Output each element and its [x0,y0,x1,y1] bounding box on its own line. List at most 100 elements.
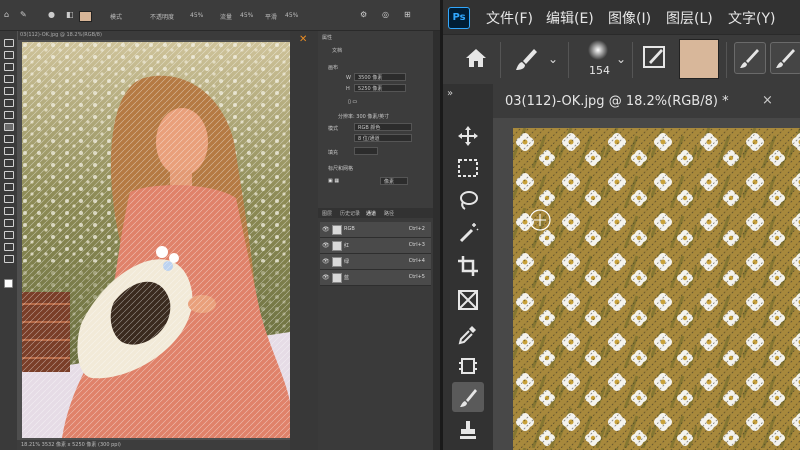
menu-layer[interactable]: 图层(L) [666,8,713,28]
eye-icon[interactable]: 👁 [322,242,330,249]
chevron-down-icon[interactable]: ⌄ [548,52,558,66]
channel-shortcut: Ctrl+2 [408,226,425,232]
guides-section-label[interactable]: 标尺和网格 [328,165,353,172]
orientation-icon[interactable]: ▯ ▭ [348,99,357,105]
channel-name: 绿 [344,259,350,265]
eye-icon[interactable]: 👁 [322,226,330,233]
channel-row[interactable]: 👁 绿 Ctrl+4 [320,254,431,270]
mix-brush-icon[interactable] [770,42,800,74]
menu-edit[interactable]: 编辑(E) [546,8,594,28]
right-document-tab[interactable]: 03(112)-OK.jpg @ 18.2%(RGB/8) * [505,94,729,109]
channel-row[interactable]: 👁 红 Ctrl+3 [320,238,431,254]
fill-swatch[interactable] [354,147,378,155]
brush-preset-icon[interactable] [512,44,542,74]
properties-title[interactable]: 属性 [322,34,332,41]
channel-row[interactable]: 👁 蓝 Ctrl+5 [320,270,431,286]
left-opt-item[interactable]: 45% [285,12,298,19]
photoshop-logo: Ps [448,7,470,29]
left-tool-icon[interactable] [4,99,14,107]
mode-value: RGB 颜色 [358,125,381,131]
height-field[interactable]: 5250 像素 [354,84,406,92]
toolbar-collapse-icon[interactable]: » [447,88,453,99]
left-foreground-swatch[interactable] [79,11,92,22]
unit-select[interactable]: 像素 [380,177,408,185]
healing-icon[interactable] [452,350,484,380]
tab-paths[interactable]: 路径 [384,210,394,217]
properties-panel-icon[interactable]: ✕ [299,34,307,45]
crop-icon[interactable] [452,250,484,280]
menu-image[interactable]: 图像(I) [608,8,651,28]
left-fg-bg-swatch[interactable] [4,279,13,288]
tab-layers[interactable]: 图层 [322,210,332,217]
left-brush-icon[interactable]: ✎ [20,10,27,19]
mode-select[interactable]: RGB 颜色 [354,123,412,131]
left-tool-icon[interactable] [4,219,14,227]
frame-icon[interactable] [452,284,484,314]
brush-tip-preview-icon[interactable] [584,38,612,66]
tab-history[interactable]: 历史记录 [340,210,360,217]
left-document-tab[interactable]: 03(112)-OK.jpg @ 18.2%(RGB/8) [20,32,102,38]
channel-row[interactable]: 👁 RGB Ctrl+2 [320,222,431,238]
left-home-icon[interactable]: ⌂ [4,10,9,19]
width-field[interactable]: 3500 像素 [354,73,406,81]
left-mode-icon[interactable]: ◧ [66,10,74,19]
move-icon[interactable] [452,120,484,150]
guides-icon[interactable]: ▣ ▦ [328,178,339,184]
menu-file[interactable]: 文件(F) [486,8,533,28]
left-tool-icon[interactable] [4,51,14,59]
left-opt-item: 平滑 [265,14,278,21]
left-opt-item[interactable]: 45% [190,12,203,19]
unit-value: 像素 [384,179,395,185]
chevron-down-icon[interactable]: ⌄ [616,52,626,66]
left-tool-icon[interactable] [4,183,14,191]
eye-icon[interactable]: 👁 [322,258,330,265]
left-tool-icon[interactable] [4,159,14,167]
left-opt-item[interactable]: 45% [240,12,253,19]
portrait-photo[interactable] [22,42,290,438]
left-tool-icon[interactable] [4,135,14,143]
tab-channels[interactable]: 通道 [366,210,376,217]
left-tool-icon[interactable] [4,111,14,119]
left-status-bar: 18.21% 3532 像素 x 5250 像素 (300 ppi) [17,440,290,450]
left-settings-icon[interactable]: ⚙ [360,10,367,19]
stamp-icon[interactable] [452,414,484,444]
channel-shortcut: Ctrl+4 [408,258,425,264]
airbrush-icon[interactable] [734,42,766,74]
left-tool-icon[interactable] [4,63,14,71]
left-tool-icon[interactable] [4,147,14,155]
left-tool-icon[interactable] [4,207,14,215]
left-tool-icon[interactable] [4,39,14,47]
left-pressure-icon[interactable]: ◎ [382,10,389,19]
canvas-section-label[interactable]: 画布 [328,64,338,71]
left-options-bar: ⌂ ✎ ● ◧ 模式 不透明度 45% 流量 45% 平滑 45% ⚙ ◎ ⊞ [0,0,440,31]
left-brush-tool-icon[interactable] [4,123,14,131]
magic-wand-icon[interactable] [452,216,484,246]
brush-icon[interactable] [452,382,484,412]
depth-select[interactable]: 8 位/通道 [354,134,412,142]
left-tool-icon[interactable] [4,195,14,203]
marquee-icon[interactable] [452,152,484,182]
eye-icon[interactable]: 👁 [322,274,330,281]
home-icon[interactable] [462,44,490,72]
menu-type[interactable]: 文字(Y) [728,8,775,28]
left-panel-scrollbar[interactable] [433,31,440,450]
left-tool-icon[interactable] [4,243,14,251]
close-icon[interactable]: × [762,93,773,108]
zoomed-flower-canvas[interactable] [513,128,800,450]
left-tool-icon[interactable] [4,231,14,239]
lasso-icon[interactable] [452,184,484,214]
left-opt-item: 流量 [220,14,233,21]
resolution-text: 分辨率: 300 像素/英寸 [338,114,390,120]
left-tool-icon[interactable] [4,171,14,179]
eyedropper-icon[interactable] [452,318,484,348]
left-brush-preview-icon[interactable]: ● [48,10,55,19]
brush-settings-icon[interactable] [641,44,667,70]
left-symmetry-icon[interactable]: ⊞ [404,10,411,19]
left-tool-icon[interactable] [4,87,14,95]
left-tool-icon[interactable] [4,255,14,263]
zoomed-flower-art [513,128,800,450]
left-tool-icon[interactable] [4,75,14,83]
width-label: W [346,75,351,81]
foreground-color-swatch[interactable] [679,39,719,79]
properties-subtitle: 文档 [332,48,343,54]
